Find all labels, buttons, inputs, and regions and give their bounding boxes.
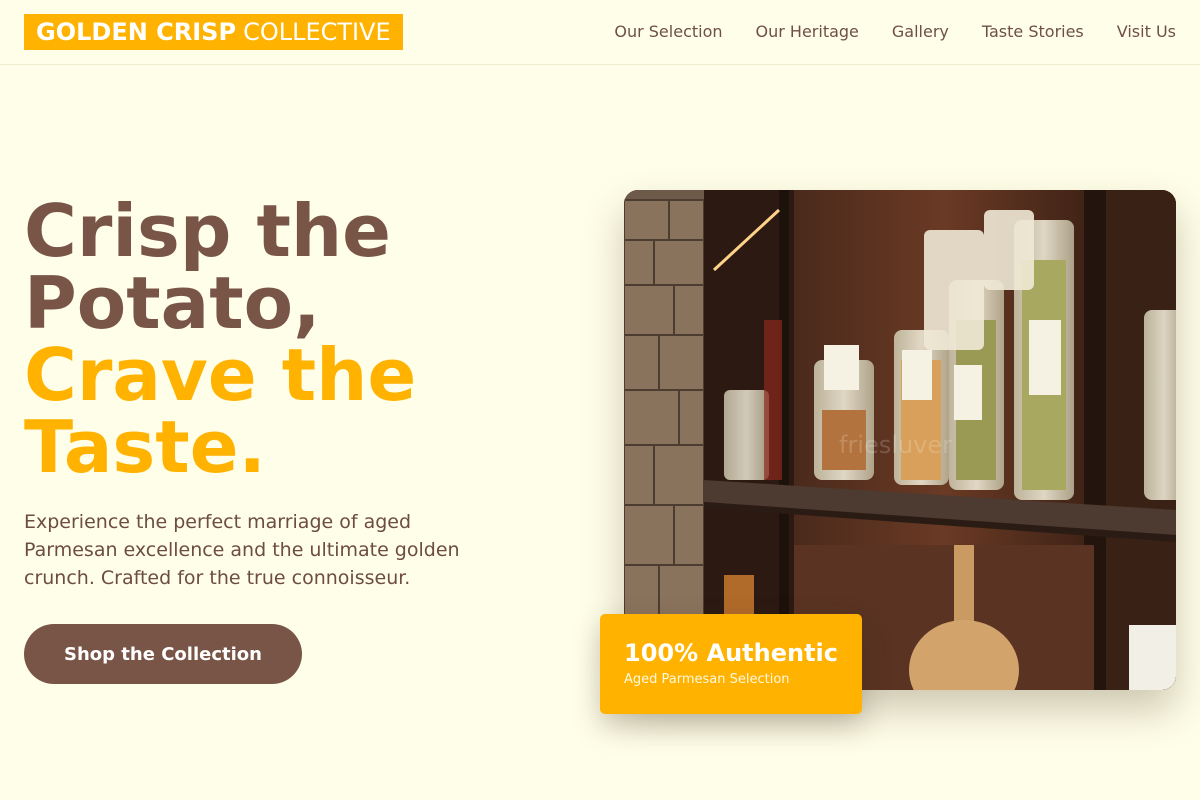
- hero-title: Crisp the Potato, Crave the Taste.: [24, 195, 544, 483]
- nav-visit-us[interactable]: Visit Us: [1117, 20, 1176, 44]
- hero-title-accent-line: Taste.: [24, 405, 266, 489]
- badge-title: 100% Authentic: [624, 639, 839, 667]
- nav-gallery[interactable]: Gallery: [892, 20, 949, 44]
- hero-description: Experience the perfect marriage of aged …: [24, 511, 460, 589]
- nav-our-heritage[interactable]: Our Heritage: [756, 20, 859, 44]
- badge-subtitle: Aged Parmesan Selection: [624, 672, 790, 687]
- hero-title-line: Potato,: [24, 261, 321, 345]
- hero-title-accent-line: Crave the: [24, 333, 417, 417]
- brand-logo[interactable]: GOLDEN CRISP COLLECTIVE: [24, 14, 403, 50]
- shop-collection-button[interactable]: Shop the Collection: [24, 624, 302, 684]
- brand-name-light: COLLECTIVE: [243, 18, 391, 46]
- main-nav: Our Selection Our Heritage Gallery Taste…: [614, 20, 1176, 44]
- site-header: GOLDEN CRISP COLLECTIVE Our Selection Ou…: [0, 0, 1200, 65]
- nav-taste-stories[interactable]: Taste Stories: [982, 20, 1084, 44]
- brand-name-bold: GOLDEN CRISP: [36, 18, 237, 46]
- hero-title-line: Crisp the: [24, 189, 391, 273]
- photo-watermark: friesluver: [839, 431, 952, 459]
- nav-our-selection[interactable]: Our Selection: [614, 20, 722, 44]
- authentic-badge: 100% Authentic Aged Parmesan Selection: [600, 614, 862, 714]
